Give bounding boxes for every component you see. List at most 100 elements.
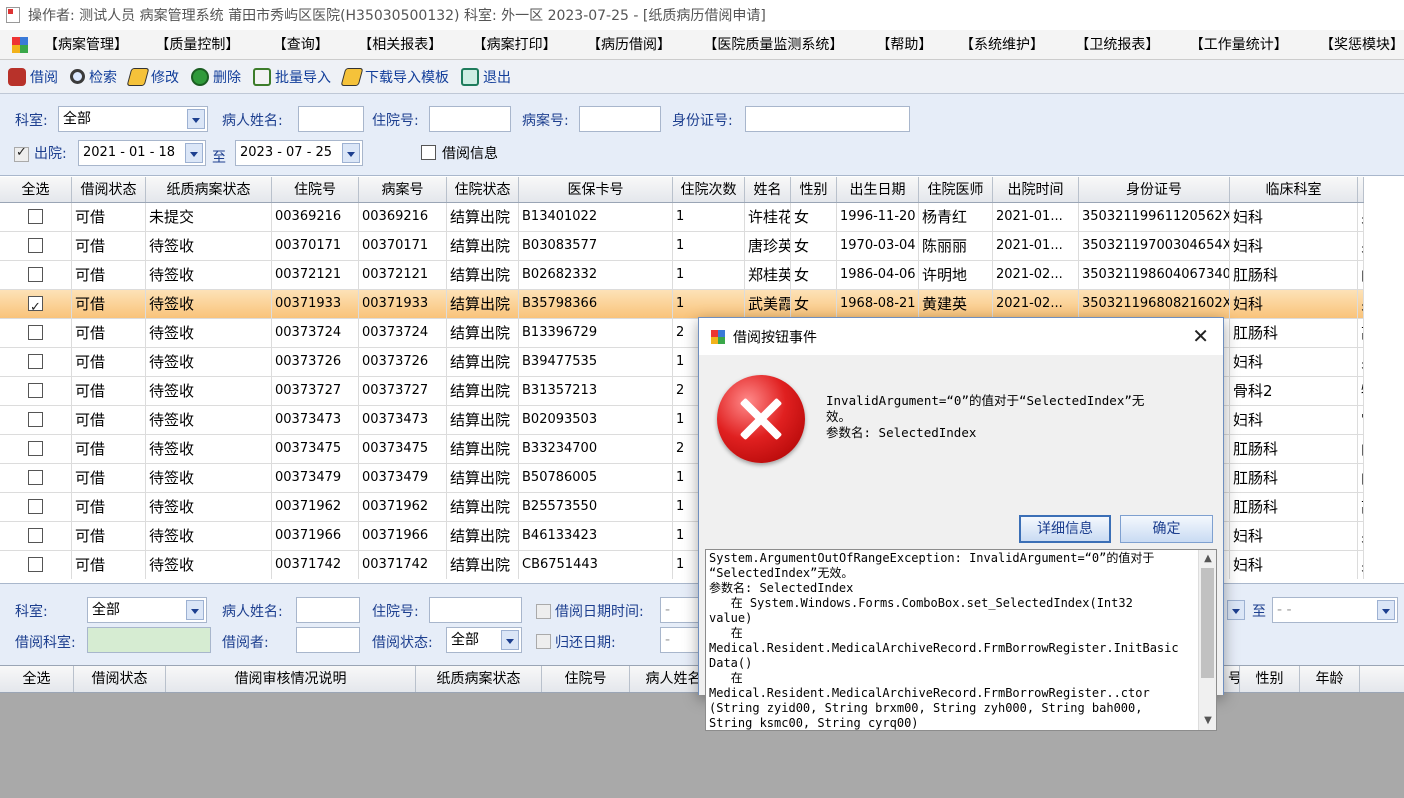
col-select-all[interactable]: 全选 [0,177,72,202]
chevron-down-icon[interactable] [501,630,519,650]
edit-button[interactable]: 修改 [126,63,179,91]
col-admission-no[interactable]: 住院号 [272,177,359,202]
borrow-col-select-all[interactable]: 全选 [0,666,74,692]
table-row[interactable]: 可借待签收0037193300371933结算出院B357983661武美霞女1… [0,290,1364,319]
borrow-date-to[interactable]: - - [1272,597,1398,623]
discharge-label: 出院: [34,146,67,162]
borrow-dept-filter-select[interactable]: 全部 [87,597,207,623]
row-checkbox[interactable] [28,294,43,318]
row-checkbox[interactable] [28,209,43,224]
table-row[interactable]: 可借 未提交 00369216 00369216 结算出院 B13401022 1 许桂花女 1… [0,203,1364,232]
col-id-card[interactable]: 身份证号 [1079,177,1230,202]
menu-item-query[interactable]: 【查询】 [267,30,353,59]
col-record-no[interactable]: 病案号 [359,177,447,202]
col-admission-times[interactable]: 住院次数 [673,177,745,202]
borrow-patient-name-input[interactable] [296,597,360,623]
col-doctor[interactable]: 住院医师 [919,177,993,202]
row-checkbox[interactable] [28,238,43,253]
row-checkbox[interactable] [28,383,43,398]
row-checkbox[interactable] [28,470,43,485]
borrow-col-sex[interactable]: 性别 [1240,666,1300,692]
col-discharge-time[interactable]: 出院时间 [993,177,1079,202]
discharge-checkbox[interactable] [14,145,29,162]
cell-paper: 待签收 [146,290,272,318]
borrow-info-checkbox[interactable] [421,145,436,160]
borrow-col-review-note[interactable]: 借阅审核情况说明 [166,666,416,692]
borrow-status-select[interactable]: 全部 [446,627,522,653]
col-sex[interactable]: 性别 [791,177,837,202]
admission-no-input[interactable] [429,106,511,132]
table-row[interactable]: 可借 待签收 00370171 00370171 结算出院 B03083577 1 唐珍英女 1… [0,232,1364,261]
chevron-down-icon[interactable] [186,600,204,620]
menu-item-health-stats[interactable]: 【卫统报表】 [1069,30,1183,59]
scroll-thumb[interactable] [1201,568,1214,678]
row-checkbox[interactable] [28,557,43,572]
cell-card: CB6751443 [519,551,673,579]
menu-item-workload[interactable]: 【工作量统计】 [1184,30,1314,59]
calendar-dropdown-icon[interactable] [342,143,360,163]
menu-item-case-print[interactable]: 【病案打印】 [467,30,581,59]
borrow-date-from[interactable]: - [660,597,700,623]
table-row[interactable]: 可借 待签收 00372121 00372121 结算出院 B02682332 1 郑桂英女 1… [0,261,1364,290]
borrow-col-status[interactable]: 借阅状态 [74,666,166,692]
calendar-dropdown-icon[interactable] [1377,600,1395,620]
delete-button[interactable]: 删除 [191,63,241,91]
details-button[interactable]: 详细信息 [1019,515,1111,543]
row-checkbox[interactable] [28,528,43,543]
menu-item-help[interactable]: 【帮助】 [870,30,954,59]
row-checkbox[interactable] [28,499,43,514]
cell-dept: 肛肠科 [1230,261,1358,289]
ok-button[interactable]: 确定 [1120,515,1213,543]
calendar-dropdown-icon[interactable] [1227,600,1245,620]
return-date-input[interactable]: - [660,627,700,653]
col-borrow-status[interactable]: 借阅状态 [72,177,146,202]
patient-name-input[interactable] [298,106,364,132]
search-button[interactable]: 检索 [70,63,117,91]
menu-item-quality-monitor[interactable]: 【医院质量监测系统】 [697,30,870,59]
details-scrollbar[interactable]: ▲ ▼ [1198,550,1216,730]
col-clinical-dept[interactable]: 临床科室 [1230,177,1358,202]
return-date-checkbox[interactable] [536,634,551,649]
dept-select[interactable]: 全部 [58,106,208,132]
borrow-button[interactable]: 借阅 [8,63,58,91]
calendar-dropdown-icon[interactable] [185,143,203,163]
discharge-from-date[interactable]: 2021 - 01 - 18 [78,140,206,166]
discharge-to-date[interactable]: 2023 - 07 - 25 [235,140,363,166]
menu-item-rewards[interactable]: 【奖惩模块】 [1314,30,1404,59]
row-checkbox[interactable] [28,325,43,340]
close-icon[interactable]: ✕ [1192,324,1209,348]
borrow-col-paper-status[interactable]: 纸质病案状态 [416,666,542,692]
borrow-col-admission[interactable]: 住院号 [542,666,630,692]
col-stay-status[interactable]: 住院状态 [447,177,519,202]
id-card-input[interactable] [745,106,910,132]
menu-item-system-maintenance[interactable]: 【系统维护】 [954,30,1069,59]
menu-item-reports[interactable]: 【相关报表】 [352,30,466,59]
batch-import-button[interactable]: 批量导入 [253,63,331,91]
row-checkbox[interactable] [28,441,43,456]
col-extra[interactable] [1358,177,1364,202]
borrower-input[interactable] [296,627,360,653]
borrowing-dept-input[interactable] [87,627,211,653]
row-checkbox[interactable] [28,412,43,427]
dept-label: 科室: [15,113,48,129]
borrow-admission-input[interactable] [429,597,522,623]
col-insurance-card[interactable]: 医保卡号 [519,177,673,202]
row-checkbox[interactable] [28,267,43,282]
menu-item-case-management[interactable]: 【病案管理】 [38,30,149,59]
col-name[interactable]: 姓名 [745,177,791,202]
borrow-date-checkbox[interactable] [536,604,551,619]
col-birth-date[interactable]: 出生日期 [837,177,919,202]
chevron-down-icon[interactable] [187,109,205,129]
menu-grid-icon[interactable] [12,36,28,53]
row-checkbox[interactable] [28,354,43,369]
scroll-up-icon[interactable]: ▲ [1199,550,1217,568]
col-paper-status[interactable]: 纸质病案状态 [146,177,272,202]
borrow-col-age[interactable]: 年龄 [1300,666,1360,692]
download-template-button[interactable]: 下载导入模板 [340,63,449,91]
menu-item-record-borrow[interactable]: 【病历借阅】 [581,30,697,59]
menu-item-quality-control[interactable]: 【质量控制】 [149,30,266,59]
scroll-down-icon[interactable]: ▼ [1199,712,1217,730]
exception-details[interactable]: System.ArgumentOutOfRangeException: Inva… [705,549,1217,731]
exit-button[interactable]: 退出 [461,63,511,91]
record-no-input[interactable] [579,106,661,132]
